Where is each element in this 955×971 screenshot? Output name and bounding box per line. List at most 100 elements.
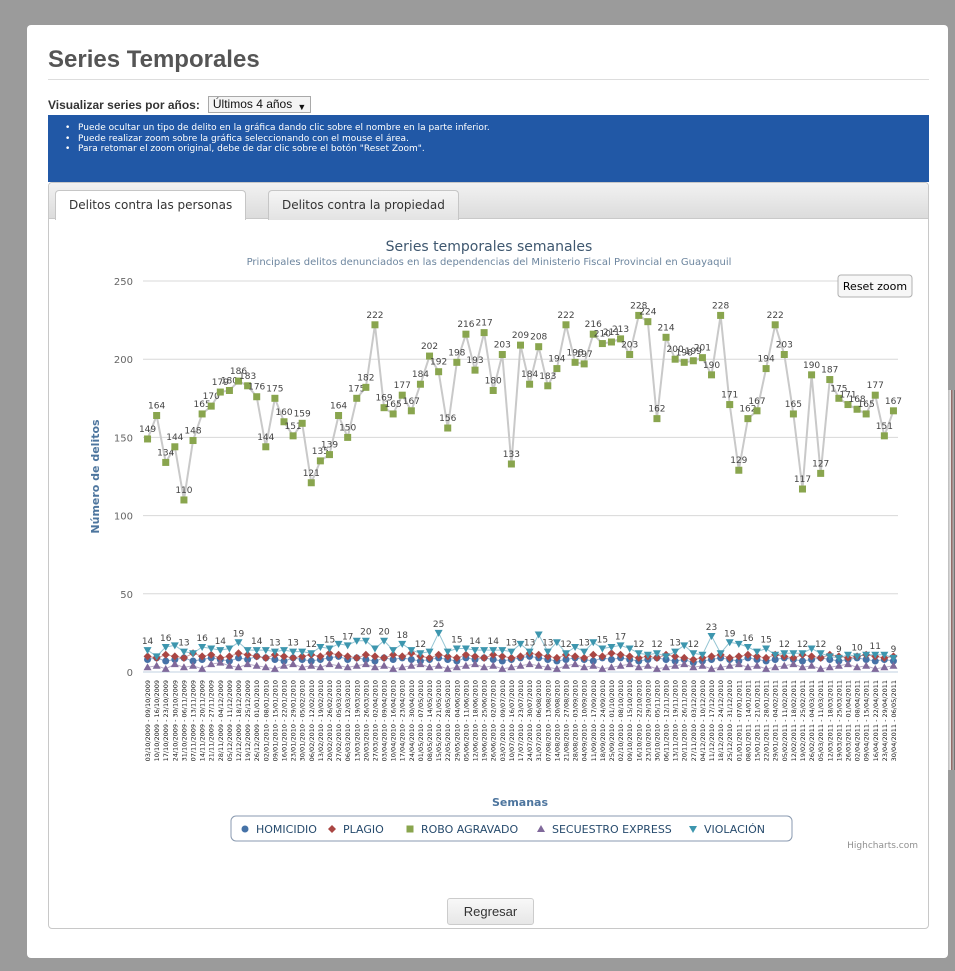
x-tick-label: 29/01/2011 - 04/02/2011 [772, 680, 780, 761]
data-point [589, 650, 598, 659]
data-label: 202 [421, 342, 438, 352]
data-point [289, 432, 297, 440]
data-label: 25 [433, 620, 444, 630]
data-point [316, 457, 324, 465]
data-label: 177 [867, 381, 884, 391]
data-label: 144 [166, 433, 183, 443]
data-label: 151 [876, 422, 893, 432]
data-label: 12 [633, 640, 644, 650]
back-button[interactable]: Regresar [447, 898, 534, 925]
data-point [189, 437, 197, 445]
data-point [580, 360, 588, 368]
data-label: 162 [648, 405, 665, 415]
data-point [743, 643, 752, 651]
data-point [598, 645, 607, 653]
x-tick-label: 20/11/2010 - 26/11/2010 [681, 680, 689, 761]
x-tick-label: 18/12/2010 - 24/12/2010 [717, 680, 725, 761]
y-tick-label: 150 [114, 433, 133, 444]
data-point [735, 466, 743, 474]
x-tick-label: 28/11/2009 - 04/12/2009 [217, 680, 225, 761]
x-tick-label: 06/02/2010 - 12/02/2010 [308, 680, 316, 761]
year-filter-value: Últimos 4 años [212, 97, 293, 111]
data-label: 164 [330, 402, 347, 412]
data-point [544, 382, 552, 390]
x-tick-label: 30/10/2010 - 05/11/2010 [653, 680, 661, 761]
data-point [370, 645, 379, 653]
x-tick-label: 24/10/2009 - 30/10/2009 [171, 680, 179, 761]
data-label: 16 [196, 634, 208, 644]
x-axis-title: Semanas [492, 796, 549, 809]
x-tick-label: 23/10/2010 - 29/10/2010 [644, 680, 652, 761]
data-point [744, 415, 752, 423]
data-label: 14 [215, 637, 227, 647]
x-tick-label: 14/08/2010 - 20/08/2010 [553, 680, 561, 761]
data-point [298, 419, 306, 427]
data-label: 176 [248, 383, 265, 393]
legend-item-secuestro-express[interactable]: SECUESTRO EXPRESS [537, 823, 672, 836]
data-point [525, 660, 534, 668]
data-label: 23 [706, 623, 717, 633]
chart-title: Series temporales semanales [386, 239, 593, 255]
data-point [671, 648, 680, 656]
data-point [498, 351, 506, 359]
title-divider [48, 79, 929, 80]
data-point [253, 393, 261, 401]
x-tick-label: 30/04/2011 - 06/05/2011 [890, 680, 898, 761]
reset-zoom-button[interactable]: Reset zoom [837, 274, 913, 298]
data-point [453, 358, 461, 366]
data-point [207, 402, 215, 410]
chart-credits[interactable]: Highcharts.com [847, 841, 918, 851]
data-point [343, 642, 352, 650]
x-tick-label: 01/01/2011 - 07/01/2011 [735, 680, 743, 761]
data-label: 165 [785, 400, 802, 410]
data-point [543, 648, 552, 656]
x-tick-label: 04/12/2010 - 10/12/2010 [699, 680, 707, 761]
data-label: 12 [688, 640, 699, 650]
x-tick-label: 11/09/2010 - 17/09/2010 [590, 680, 598, 761]
data-point [762, 365, 770, 373]
data-point [262, 443, 270, 451]
data-label: 18 [397, 631, 409, 641]
year-filter-select[interactable]: Últimos 4 años ▼ [207, 96, 312, 113]
chevron-down-icon: ▼ [297, 102, 307, 112]
data-label: 190 [703, 361, 720, 371]
data-label: 175 [266, 384, 283, 394]
x-tick-label: 15/05/2010 - 21/05/2010 [435, 680, 443, 761]
x-tick-label: 12/02/2011 - 18/02/2011 [790, 680, 798, 761]
x-tick-label: 09/10/2010 - 15/10/2010 [626, 680, 634, 761]
x-tick-label: 21/08/2010 - 27/08/2010 [562, 680, 570, 761]
data-label: 149 [139, 425, 156, 435]
x-tick-label: 28/08/2010 - 03/09/2010 [572, 680, 580, 761]
x-tick-label: 03/10/2009 - 09/10/2009 [144, 680, 152, 761]
legend-item-robo-agravado[interactable]: ROBO AGRAVADO [406, 823, 519, 836]
data-label: 144 [257, 433, 274, 443]
data-point [407, 407, 415, 415]
data-point [562, 321, 570, 329]
tab-delitos-propiedad[interactable]: Delitos contra la propiedad [268, 190, 459, 220]
data-label: 160 [275, 408, 292, 418]
data-label: 194 [548, 355, 565, 365]
time-series-chart[interactable]: Series temporales semanales Principales d… [50, 219, 928, 889]
x-tick-label: 09/01/2010 - 15/01/2010 [271, 680, 279, 761]
data-label: 150 [339, 423, 356, 433]
data-point [489, 661, 498, 669]
y-tick-label: 100 [114, 512, 133, 523]
data-point [271, 394, 279, 402]
data-label: 129 [730, 456, 747, 466]
x-tick-label: 26/06/2010 - 02/07/2010 [490, 680, 498, 761]
y-tick-label: 50 [120, 590, 133, 601]
data-label: 165 [858, 400, 875, 410]
data-point [708, 371, 716, 379]
data-point [571, 660, 580, 668]
data-point [289, 660, 298, 668]
data-point [153, 412, 161, 420]
x-tick-label: 02/04/2011 - 08/04/2011 [854, 680, 862, 761]
tab-delitos-personas[interactable]: Delitos contra las personas [55, 190, 247, 220]
data-label: 10 [851, 643, 863, 653]
data-point [726, 401, 734, 409]
x-tick-label: 05/02/2011 - 11/02/2011 [781, 680, 789, 761]
data-point [808, 371, 816, 379]
data-point [534, 631, 543, 639]
x-tick-label: 13/11/2010 - 19/11/2010 [672, 680, 680, 761]
info-item: Para retomar el zoom original, debe de d… [65, 144, 929, 155]
